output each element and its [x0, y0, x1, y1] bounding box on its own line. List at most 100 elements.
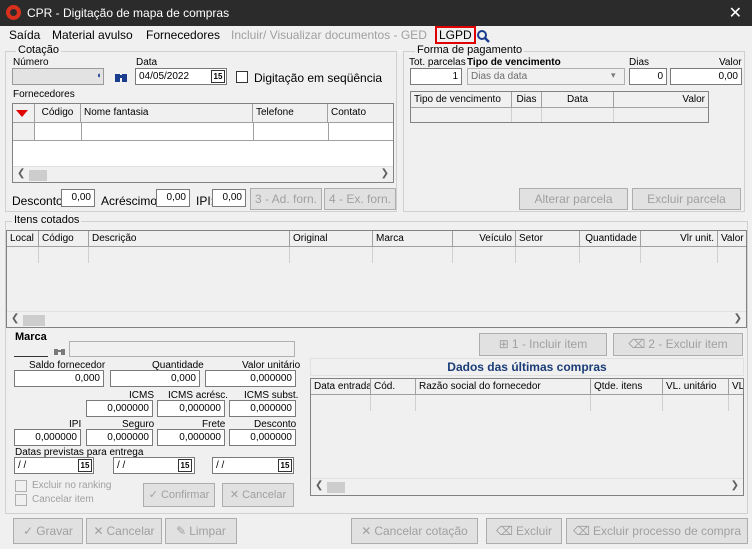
- eraser-icon: ✎: [176, 524, 187, 538]
- table-row[interactable]: [311, 395, 743, 411]
- excluir-label: Excluir: [515, 524, 552, 538]
- icms-subst-field[interactable]: 0,000000: [229, 400, 296, 417]
- scroll-right-icon[interactable]: ❯: [381, 168, 389, 179]
- scroll-right-icon[interactable]: ❯: [731, 480, 739, 491]
- col-setor[interactable]: Setor: [516, 231, 580, 247]
- col-contato[interactable]: Contato: [328, 104, 393, 123]
- col-codigo-item[interactable]: Código: [39, 231, 89, 247]
- calendar-icon[interactable]: 15: [211, 70, 225, 83]
- calendar-icon[interactable]: 15: [78, 459, 92, 472]
- alterar-parcela-button[interactable]: Alterar parcela: [519, 188, 628, 210]
- limpar-button[interactable]: ✎ Limpar: [165, 518, 237, 544]
- valor-field[interactable]: 0,00: [670, 68, 742, 85]
- scroll-thumb[interactable]: [23, 315, 45, 326]
- col-local[interactable]: Local: [7, 231, 39, 247]
- binoculars-icon[interactable]: [114, 70, 129, 84]
- fornecedores-hscroll[interactable]: ❮ ❯: [13, 166, 393, 182]
- limpar-label: Limpar: [189, 524, 226, 538]
- gravar-button[interactable]: ✓ Gravar: [13, 518, 83, 544]
- col-vl[interactable]: VL.: [729, 379, 743, 395]
- col-data-entrada[interactable]: Data entrada: [311, 379, 371, 395]
- acrescimo-field[interactable]: 0,00: [156, 189, 190, 207]
- cancelar-button[interactable]: ✕ Cancelar: [86, 518, 162, 544]
- ultimas-hscroll[interactable]: ❮ ❯: [311, 478, 743, 495]
- col-descricao[interactable]: Descrição: [89, 231, 290, 247]
- close-icon[interactable]: ✕: [729, 3, 742, 23]
- incluir-item-label: 1 - Incluir item: [511, 337, 588, 351]
- excluir-ranking-checkbox[interactable]: [15, 480, 27, 492]
- col-codigo[interactable]: Código: [35, 104, 81, 123]
- incluir-item-button[interactable]: ⊞ 1 - Incluir item: [479, 333, 607, 356]
- menu-material-avulso[interactable]: Material avulso: [52, 28, 133, 42]
- search-icon[interactable]: [476, 29, 490, 43]
- tipo-vencimento-select[interactable]: Dias da data: [467, 68, 625, 85]
- tot-parcelas-field[interactable]: 1: [410, 68, 462, 85]
- fornecedores-grid[interactable]: Código Nome fantasia Telefone Contato ❮ …: [12, 103, 394, 183]
- ex-forn-button[interactable]: 4 - Ex. forn.: [324, 188, 396, 210]
- ultimas-compras-grid[interactable]: Data entrada Cód. Razão social do fornec…: [310, 378, 744, 496]
- desconto-item-field[interactable]: 0,000000: [229, 429, 296, 446]
- calendar-icon[interactable]: 15: [278, 459, 292, 472]
- excluir-parcela-button[interactable]: Excluir parcela: [632, 188, 741, 210]
- excluir-button[interactable]: ⌫ Excluir: [486, 518, 562, 544]
- scroll-left-icon[interactable]: ❮: [17, 168, 25, 179]
- ad-forn-button[interactable]: 3 - Ad. forn.: [250, 188, 322, 210]
- icms-acresc-field[interactable]: 0,000000: [157, 400, 225, 417]
- cancelar-item-button[interactable]: ✕ Cancelar: [222, 483, 294, 507]
- marca-field[interactable]: [14, 345, 48, 357]
- itens-hscroll[interactable]: ❮ ❯: [7, 311, 746, 327]
- col-cod[interactable]: Cód.: [371, 379, 416, 395]
- col-data[interactable]: Data: [542, 92, 614, 108]
- excluir-processo-button[interactable]: ⌫ Excluir processo de compra: [566, 518, 748, 544]
- ipi-field[interactable]: 0,00: [212, 189, 246, 207]
- col-razao-social[interactable]: Razão social do fornecedor: [416, 379, 591, 395]
- scroll-left-icon[interactable]: ❮: [11, 313, 19, 324]
- col-vlr-unit[interactable]: Vlr unit.: [641, 231, 718, 247]
- col-dias[interactable]: Dias: [512, 92, 542, 108]
- scroll-thumb[interactable]: [327, 482, 345, 493]
- table-row[interactable]: [7, 247, 746, 263]
- menu-ged[interactable]: Incluir/ Visualizar documentos - GED: [231, 28, 427, 42]
- confirmar-button[interactable]: ✓ Confirmar: [143, 483, 215, 507]
- calendar-icon[interactable]: 15: [178, 459, 192, 472]
- cancelar-item-checkbox[interactable]: [15, 494, 27, 506]
- saldo-fornecedor-field[interactable]: 0,000: [14, 370, 104, 387]
- quantidade-field[interactable]: 0,000: [110, 370, 200, 387]
- col-tipo-vencimento[interactable]: Tipo de vencimento: [411, 92, 512, 108]
- col-veiculo[interactable]: Veículo: [453, 231, 516, 247]
- icms-field[interactable]: 0,000000: [86, 400, 153, 417]
- menu-lgpd[interactable]: LGPD: [435, 26, 476, 44]
- numero-lookup-icon[interactable]: ◖: [96, 70, 101, 80]
- col-valor[interactable]: Valor: [614, 92, 708, 108]
- scroll-right-icon[interactable]: ❯: [734, 313, 742, 324]
- col-telefone[interactable]: Telefone: [253, 104, 328, 123]
- scroll-left-icon[interactable]: ❮: [315, 480, 323, 491]
- table-row-selector[interactable]: [13, 123, 35, 141]
- cancelar-cotacao-button[interactable]: ✕ Cancelar cotação: [351, 518, 478, 544]
- binoculars-icon[interactable]: [54, 346, 67, 356]
- itens-grid[interactable]: Local Código Descrição Original Marca Ve…: [6, 230, 747, 328]
- col-qtde-itens[interactable]: Qtde. itens: [591, 379, 663, 395]
- dias-field[interactable]: 0: [629, 68, 667, 85]
- col-nome-fantasia[interactable]: Nome fantasia: [81, 104, 253, 123]
- parcelas-grid[interactable]: Tipo de vencimento Dias Data Valor: [410, 91, 709, 123]
- col-marca[interactable]: Marca: [373, 231, 453, 247]
- digitacao-sequencia-checkbox[interactable]: [236, 71, 248, 83]
- numero-field[interactable]: [12, 68, 104, 85]
- menu-saida[interactable]: Saída: [9, 28, 40, 42]
- seguro-field[interactable]: 0,000000: [86, 429, 153, 446]
- ipi-item-field[interactable]: 0,000000: [14, 429, 81, 446]
- table-row[interactable]: [35, 123, 393, 141]
- valor-unitario-field[interactable]: 0,000000: [205, 370, 296, 387]
- table-row[interactable]: [411, 108, 708, 122]
- desconto-field[interactable]: 0,00: [61, 189, 95, 207]
- frete-field[interactable]: 0,000000: [157, 429, 225, 446]
- col-original[interactable]: Original: [290, 231, 373, 247]
- menu-fornecedores[interactable]: Fornecedores: [146, 28, 220, 42]
- col-valor-item[interactable]: Valor: [718, 231, 746, 247]
- excluir-item-button[interactable]: ⌫ 2 - Excluir item: [613, 333, 743, 356]
- chevron-down-icon[interactable]: ▾: [611, 70, 616, 81]
- col-quantidade[interactable]: Quantidade: [580, 231, 641, 247]
- col-vl-unitario[interactable]: VL. unitário: [663, 379, 729, 395]
- scroll-thumb[interactable]: [29, 170, 47, 181]
